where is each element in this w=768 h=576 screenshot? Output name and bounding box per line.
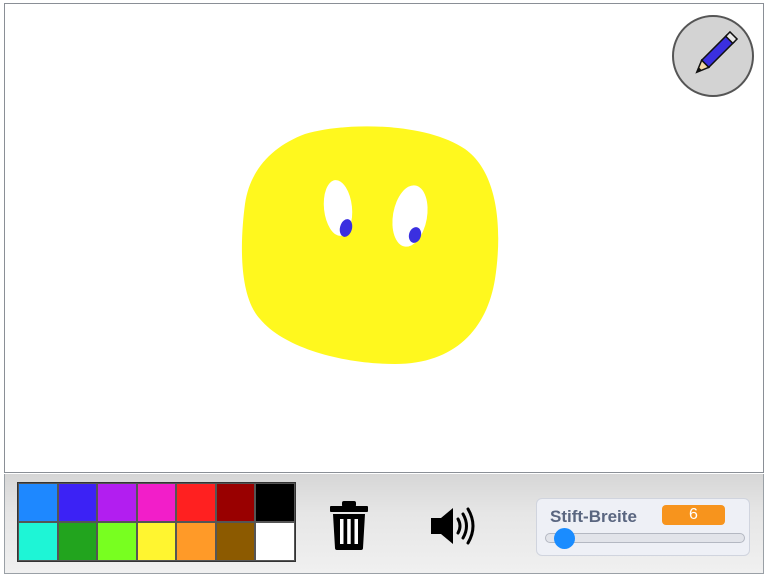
color-swatch[interactable] bbox=[97, 483, 137, 522]
color-swatch[interactable] bbox=[136, 522, 176, 561]
color-swatch[interactable] bbox=[57, 522, 97, 561]
color-swatch[interactable] bbox=[215, 483, 255, 522]
face-drawing bbox=[241, 126, 499, 364]
color-swatch[interactable] bbox=[176, 522, 216, 561]
pen-width-label: Stift-Breite bbox=[550, 507, 637, 526]
pen-tool-button[interactable] bbox=[672, 15, 754, 97]
color-swatch[interactable] bbox=[215, 522, 255, 561]
color-palette bbox=[17, 482, 296, 562]
color-swatch[interactable] bbox=[176, 483, 216, 522]
drawing-canvas[interactable] bbox=[4, 3, 764, 473]
color-swatch[interactable] bbox=[18, 522, 58, 561]
pen-width-slider-handle[interactable] bbox=[553, 528, 575, 549]
pen-width-panel: Stift-Breite 6 bbox=[536, 498, 750, 556]
color-swatch[interactable] bbox=[255, 522, 295, 561]
color-swatch[interactable] bbox=[57, 483, 97, 522]
trash-icon bbox=[330, 501, 368, 550]
toolbar: Stift-Breite 6 bbox=[4, 474, 764, 574]
speaker-icon bbox=[431, 507, 475, 545]
sound-button[interactable] bbox=[429, 504, 479, 548]
clear-button[interactable] bbox=[327, 500, 371, 550]
color-swatch[interactable] bbox=[136, 483, 176, 522]
pencil-icon bbox=[695, 30, 739, 74]
pen-width-value: 6 bbox=[662, 505, 725, 525]
color-swatch[interactable] bbox=[18, 483, 58, 522]
drawing bbox=[241, 126, 499, 364]
color-swatch[interactable] bbox=[255, 483, 295, 522]
pen-width-slider[interactable] bbox=[545, 533, 745, 543]
color-swatch[interactable] bbox=[97, 522, 137, 561]
